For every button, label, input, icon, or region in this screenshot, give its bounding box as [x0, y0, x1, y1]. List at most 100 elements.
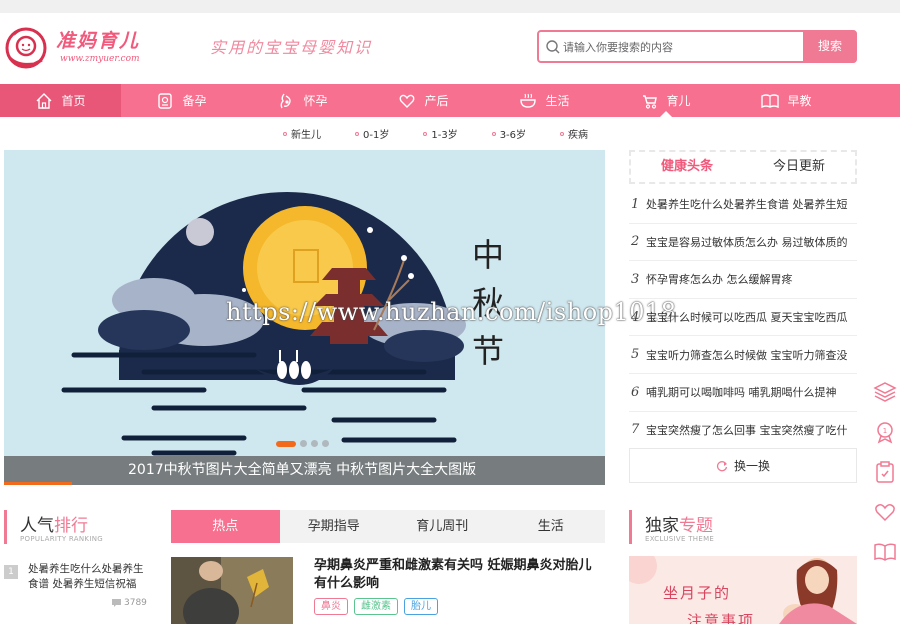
item-title: 哺乳期可以喝咖啡吗 哺乳期喝什么提神 — [646, 386, 837, 400]
side-button-heart[interactable] — [869, 492, 900, 532]
nav-item-pregnant[interactable]: 怀孕 — [242, 84, 363, 117]
item-number: 3 — [631, 271, 640, 287]
site-logo[interactable]: 准妈育儿 www.zmyuer.com — [4, 18, 164, 74]
nav-item-early-education[interactable]: 早教 — [726, 84, 847, 117]
search-input[interactable] — [563, 38, 799, 56]
subnav-item-newborn[interactable]: 新生儿 — [283, 126, 321, 141]
list-item[interactable]: 3 怀孕胃疼怎么办 怎么缓解胃疼 — [629, 261, 857, 299]
carousel-dot-active[interactable] — [276, 440, 296, 447]
postpartum-icon — [400, 94, 415, 108]
site-slogan: 实用的宝宝母婴知识 — [210, 38, 373, 57]
tab-pregnancy-guide[interactable]: 孕期指导 — [280, 510, 389, 543]
pregnancy-prep-icon — [158, 92, 173, 109]
bullet-icon — [423, 131, 428, 136]
carousel-dot[interactable] — [322, 440, 329, 447]
top-strip — [0, 0, 900, 13]
list-item[interactable]: 2 宝宝是容易过敏体质怎么办 易过敏体质的 — [629, 224, 857, 262]
nav-label: 备孕 — [182, 94, 207, 108]
carousel-dot[interactable] — [311, 440, 318, 447]
tab-health-headlines[interactable]: 健康头条 — [631, 152, 743, 182]
subnav-item-disease[interactable]: 疾病 — [560, 126, 588, 141]
tag[interactable]: 雌激素 — [354, 598, 398, 615]
nav-label: 育儿 — [666, 94, 691, 108]
tag[interactable]: 鼻炎 — [314, 598, 348, 615]
main-nav: 首页 备孕 怀孕 产后 生活 育儿 早教 — [0, 84, 900, 117]
subnav-label: 新生儿 — [291, 130, 321, 141]
nav-label: 首页 — [61, 94, 86, 108]
item-title: 宝宝突然瘦了怎么回事 宝宝突然瘦了吃什 — [646, 423, 848, 437]
side-button-medal[interactable]: 1 — [869, 412, 900, 452]
mother-baby-logo-icon — [5, 27, 47, 69]
subnav-label: 1-3岁 — [431, 130, 458, 141]
banner-art-char: 节 — [472, 332, 505, 370]
side-button-clipboard[interactable] — [869, 452, 900, 492]
search-box: 搜索 — [537, 30, 857, 63]
bowl-icon — [520, 93, 537, 108]
tab-today-updates[interactable]: 今日更新 — [743, 152, 855, 182]
nav-item-postpartum[interactable]: 产后 — [363, 84, 484, 117]
item-number: 6 — [631, 384, 640, 400]
rank-title: 处暑养生吃什么处暑养生食谱 处暑养生短信祝福 — [28, 563, 144, 590]
nav-item-life[interactable]: 生活 — [484, 84, 605, 117]
tab-hot[interactable]: 热点 — [171, 510, 280, 543]
tag[interactable]: 胎儿 — [404, 598, 438, 615]
exclusive-subtitle: EXCLUSIVE THEME — [645, 535, 715, 543]
item-title: 宝宝是容易过敏体质怎么办 易过敏体质的 — [646, 235, 848, 249]
list-item[interactable]: 5 宝宝听力筛查怎么时候做 宝宝听力筛查没 — [629, 336, 857, 374]
carousel-dot[interactable] — [300, 440, 307, 447]
subnav-label: 0-1岁 — [363, 130, 390, 141]
refresh-icon — [716, 460, 728, 471]
list-item[interactable]: 6 哺乳期可以喝咖啡吗 哺乳期喝什么提神 — [629, 374, 857, 412]
nav-item-home[interactable]: 首页 — [0, 84, 121, 117]
list-item[interactable]: 4 宝宝什么时候可以吃西瓜 夏天宝宝吃西瓜 — [629, 299, 857, 337]
refresh-button[interactable]: 换一换 — [629, 448, 857, 483]
book-icon — [761, 93, 780, 108]
banner-progress — [4, 482, 72, 485]
clipboard-icon — [875, 461, 894, 483]
refresh-label: 换一换 — [733, 459, 770, 473]
exclusive-banner[interactable]: 坐月子的 注意事项 — [629, 556, 857, 624]
sub-nav: 新生儿 0-1岁 1-3岁 3-6岁 疾病 — [283, 126, 622, 141]
nav-item-parenting[interactable]: 育儿 — [605, 84, 726, 117]
health-list: 1 处暑养生吃什么处暑养生食谱 处暑养生短 2 宝宝是容易过敏体质怎么办 易过敏体质… — [629, 186, 857, 450]
side-button-layers[interactable] — [869, 372, 900, 412]
banner-art-char: 中 — [472, 236, 505, 274]
title-highlight: 专题 — [679, 516, 713, 536]
article-thumbnail[interactable] — [171, 557, 293, 624]
logo-title: 准妈育儿 — [56, 30, 141, 52]
article-tags: 鼻炎 雌激素 胎儿 — [314, 598, 438, 615]
list-item[interactable]: 7 宝宝突然瘦了怎么回事 宝宝突然瘦了吃什 — [629, 412, 857, 450]
nav-label: 产后 — [424, 94, 449, 108]
tab-parenting-weekly[interactable]: 育儿周刊 — [388, 510, 497, 543]
tab-life[interactable]: 生活 — [497, 510, 606, 543]
bullet-icon — [560, 131, 565, 136]
nav-label: 早教 — [787, 94, 812, 108]
section-marker — [629, 510, 632, 544]
subnav-item-0-1[interactable]: 0-1岁 — [355, 126, 389, 141]
section-marker — [4, 510, 7, 544]
nav-label: 怀孕 — [303, 94, 328, 108]
item-number: 5 — [631, 347, 640, 363]
subnav-item-1-3[interactable]: 1-3岁 — [423, 126, 458, 141]
list-item[interactable]: 1 处暑养生吃什么处暑养生食谱 处暑养生短 — [629, 186, 857, 224]
article-title[interactable]: 孕期鼻炎严重和雌激素有关吗 妊娠期鼻炎对胎儿有什么影响 — [314, 557, 604, 593]
item-number: 7 — [631, 422, 640, 438]
search-button[interactable]: 搜索 — [803, 30, 857, 63]
health-headlines: 健康头条 今日更新 1 处暑养生吃什么处暑养生食谱 处暑养生短 2 宝宝是容易过敏体… — [629, 150, 857, 450]
ranking-title: 人气排行 — [20, 511, 88, 536]
item-title: 宝宝什么时候可以吃西瓜 夏天宝宝吃西瓜 — [646, 311, 848, 325]
side-button-book[interactable] — [869, 532, 900, 572]
item-title: 宝宝听力筛查怎么时候做 宝宝听力筛查没 — [646, 348, 848, 362]
nav-item-pregnancy-prep[interactable]: 备孕 — [121, 84, 242, 117]
rank-number: 1 — [4, 565, 18, 579]
open-book-icon — [873, 543, 896, 561]
pregnant-woman-photo — [171, 557, 293, 624]
banner-caption[interactable]: 2017中秋节图片大全简单又漂亮 中秋节图片大全大图版 — [4, 456, 605, 485]
count-value: 3789 — [124, 598, 147, 608]
search-icon — [546, 40, 560, 54]
subnav-item-3-6[interactable]: 3-6岁 — [491, 126, 527, 141]
health-tabs: 健康头条 今日更新 — [629, 150, 857, 184]
subnav-label: 3-6岁 — [499, 130, 527, 141]
title-part: 人气 — [20, 516, 54, 536]
side-toolbar: 1 — [869, 372, 900, 572]
